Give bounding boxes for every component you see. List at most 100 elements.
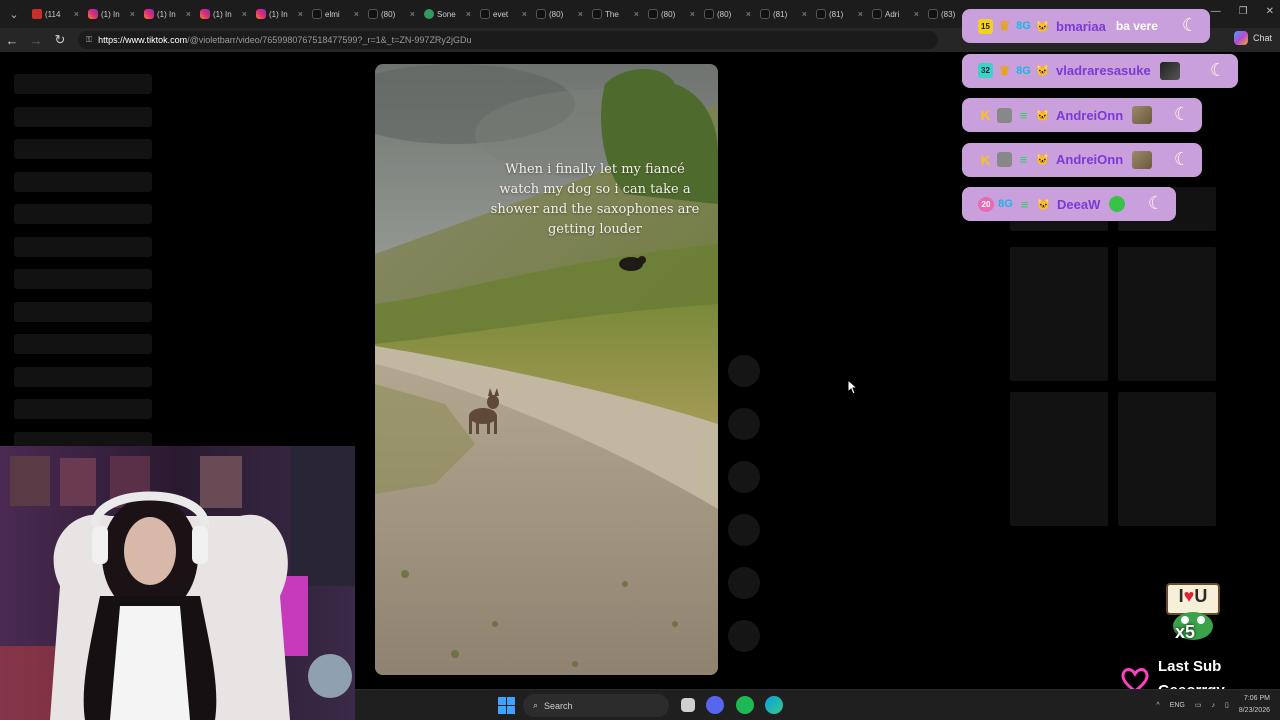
browser-tab[interactable]: evet × bbox=[476, 3, 531, 25]
video-thumbnail-placeholder[interactable] bbox=[1118, 392, 1216, 526]
browser-tab[interactable]: (80) × bbox=[364, 3, 419, 25]
tab-favicon-icon bbox=[256, 9, 266, 19]
chat-message: K ≡ 🐱 AndreiOnn ☾ bbox=[962, 98, 1202, 132]
tab-close-icon[interactable]: × bbox=[74, 9, 79, 19]
tab-close-icon[interactable]: × bbox=[914, 9, 919, 19]
system-tray: ^ ENG ▭ ♪ ▯ 7:06 PM 8/23/2026 bbox=[1156, 693, 1270, 717]
sidebar-item-placeholder[interactable] bbox=[14, 399, 152, 419]
video-player[interactable]: When i finally let my fiancé watch my do… bbox=[375, 64, 718, 675]
close-icon[interactable]: ✕ bbox=[1266, 6, 1274, 17]
video-thumbnail-placeholder[interactable] bbox=[1010, 247, 1108, 381]
stream-chat-overlay: 15 ♛ 8G 🐱 bmariaa ba vere ☾ 32 ♛ 8G 🐱 vladraresasuk… bbox=[962, 9, 1238, 232]
sidebar-item-placeholder[interactable] bbox=[14, 74, 152, 94]
tab-title: elmi bbox=[325, 9, 340, 19]
clock[interactable]: 7:06 PM 8/23/2026 bbox=[1239, 693, 1270, 717]
browser-tab[interactable]: elmi × bbox=[308, 3, 363, 25]
comment-button[interactable] bbox=[728, 408, 760, 440]
more-button[interactable] bbox=[728, 620, 760, 652]
sidebar-item-placeholder[interactable] bbox=[14, 269, 152, 289]
url-path: /@violetbarr/video/7659980767518477599?_… bbox=[187, 35, 472, 45]
tab-title: (81) bbox=[773, 9, 788, 19]
sidebar-item-placeholder[interactable] bbox=[14, 334, 152, 354]
moon-icon: ☾ bbox=[1173, 148, 1190, 169]
tab-close-icon[interactable]: × bbox=[298, 9, 303, 19]
tab-close-icon[interactable]: × bbox=[242, 9, 247, 19]
browser-tab[interactable]: (80) × bbox=[644, 3, 699, 25]
browser-tab[interactable]: Sone × bbox=[420, 3, 475, 25]
battery-icon[interactable]: ▯ bbox=[1225, 701, 1229, 709]
start-button[interactable] bbox=[498, 697, 515, 714]
sidebar-item-placeholder[interactable] bbox=[14, 204, 152, 224]
browser-tab[interactable]: (1) In × bbox=[140, 3, 195, 25]
maximize-icon[interactable]: ❐ bbox=[1239, 6, 1248, 17]
chat-message: 20 8G ≡ 🐱 DeeaW ☾ bbox=[962, 187, 1176, 221]
video-thumbnail-placeholder[interactable] bbox=[1010, 392, 1108, 526]
tab-close-icon[interactable]: × bbox=[858, 9, 863, 19]
discord-icon[interactable] bbox=[706, 696, 724, 714]
chat-username[interactable]: AndreiOnn bbox=[1056, 108, 1123, 123]
kick-badge-icon: K bbox=[980, 107, 991, 123]
music-button[interactable] bbox=[728, 567, 760, 599]
browser-tab[interactable]: (80) × bbox=[700, 3, 755, 25]
tab-actions-menu-icon[interactable]: ⌄ bbox=[0, 0, 28, 28]
chat-username[interactable]: DeeaW bbox=[1057, 197, 1100, 212]
tab-favicon-icon bbox=[88, 9, 98, 19]
chat-username[interactable]: bmariaa bbox=[1056, 19, 1106, 34]
tab-close-icon[interactable]: × bbox=[186, 9, 191, 19]
language-indicator[interactable]: ENG bbox=[1170, 702, 1185, 709]
network-icon[interactable]: ▭ bbox=[1195, 701, 1202, 709]
tab-close-icon[interactable]: × bbox=[634, 9, 639, 19]
browser-tab[interactable]: (1) In × bbox=[84, 3, 139, 25]
sidebar-item-placeholder[interactable] bbox=[14, 366, 152, 387]
tool-badge-icon bbox=[997, 152, 1012, 167]
reload-icon[interactable]: ↻ bbox=[48, 32, 72, 48]
browser-tab[interactable]: (81) × bbox=[812, 3, 867, 25]
spotify-icon[interactable] bbox=[736, 696, 754, 714]
copilot-chat-button[interactable]: Chat bbox=[1233, 31, 1272, 45]
tab-close-icon[interactable]: × bbox=[802, 9, 807, 19]
sidebar-item-placeholder[interactable] bbox=[14, 106, 152, 127]
tab-close-icon[interactable]: × bbox=[522, 9, 527, 19]
browser-tab[interactable]: (1) In × bbox=[252, 3, 307, 25]
edge-icon[interactable] bbox=[765, 696, 783, 714]
like-button[interactable] bbox=[728, 355, 760, 387]
video-thumbnail-placeholder[interactable] bbox=[1118, 247, 1216, 381]
sidebar-item-placeholder[interactable] bbox=[14, 139, 152, 159]
tab-title: (1) In bbox=[213, 9, 232, 19]
chat-message: 15 ♛ 8G 🐱 bmariaa ba vere ☾ bbox=[962, 9, 1210, 43]
chat-username[interactable]: vladraresasuke bbox=[1056, 63, 1151, 78]
site-info-icon[interactable]: ⚿ bbox=[86, 35, 92, 45]
copilot-label: Chat bbox=[1252, 33, 1272, 43]
tab-close-icon[interactable]: × bbox=[690, 9, 695, 19]
tab-close-icon[interactable]: × bbox=[746, 9, 751, 19]
browser-tab[interactable]: (80) × bbox=[532, 3, 587, 25]
tab-title: (1) In bbox=[101, 9, 120, 19]
browser-tab[interactable]: The × bbox=[588, 3, 643, 25]
taskbar-search[interactable]: ⌕ Search bbox=[523, 694, 669, 717]
search-placeholder: Search bbox=[544, 700, 573, 711]
browser-tab[interactable]: (114 × bbox=[28, 3, 83, 25]
file-explorer-icon[interactable] bbox=[681, 698, 695, 712]
tab-close-icon[interactable]: × bbox=[354, 9, 359, 19]
browser-tab[interactable]: (81) × bbox=[756, 3, 811, 25]
iloveu-u: U bbox=[1194, 586, 1208, 606]
volume-icon[interactable]: ♪ bbox=[1211, 702, 1215, 709]
tab-close-icon[interactable]: × bbox=[466, 9, 471, 19]
tab-close-icon[interactable]: × bbox=[578, 9, 583, 19]
back-icon[interactable]: ← bbox=[0, 33, 24, 48]
browser-tab[interactable]: Adri × bbox=[868, 3, 923, 25]
forward-icon[interactable]: → bbox=[24, 33, 48, 48]
browser-tab[interactable]: (1) In × bbox=[196, 3, 251, 25]
cat-badge-icon: 🐱 bbox=[1035, 109, 1050, 122]
share-button[interactable] bbox=[728, 514, 760, 546]
sidebar-item-placeholder[interactable] bbox=[14, 301, 152, 322]
tray-overflow-icon[interactable]: ^ bbox=[1156, 702, 1159, 709]
sidebar-item-placeholder[interactable] bbox=[14, 171, 152, 192]
sidebar-item-placeholder[interactable] bbox=[14, 236, 152, 257]
chat-username[interactable]: AndreiOnn bbox=[1056, 152, 1123, 167]
tab-close-icon[interactable]: × bbox=[410, 9, 415, 19]
url-field[interactable]: ⚿ https://www.tiktok.com/@violetbarr/vid… bbox=[78, 31, 938, 49]
tab-title: (81) bbox=[829, 9, 844, 19]
bookmark-button[interactable] bbox=[728, 461, 760, 493]
tab-close-icon[interactable]: × bbox=[130, 9, 135, 19]
